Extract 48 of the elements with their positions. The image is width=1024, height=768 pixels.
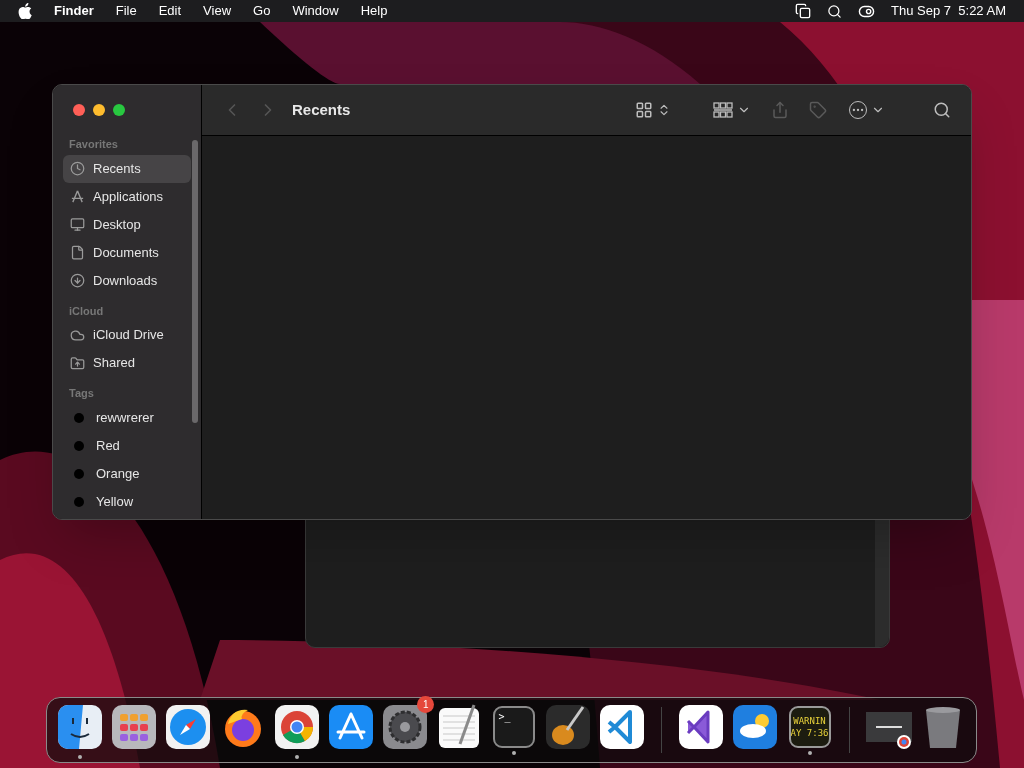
section-heading: Tags [68,386,95,401]
menu-item[interactable]: Window [292,1,339,21]
zoom-button[interactable] [113,104,125,116]
section-heading: Favorites [68,137,119,152]
sidebar-item[interactable]: Applications [63,182,191,211]
sidebar-item[interactable]: Downloads [63,266,191,295]
apple-logo-icon[interactable] [18,3,32,19]
search-icon[interactable] [827,3,843,19]
clock-icon [70,161,85,176]
folder-icon [70,355,85,371]
scrollbar-thumb[interactable] [192,140,198,423]
monitor-icon [70,217,85,232]
console-line: AY 7:36 [790,726,829,739]
app-name[interactable]: Finder [54,1,94,21]
menu-item[interactable]: Go [253,1,271,21]
sidebar-item[interactable]: Yellow [63,487,191,516]
window-title: Recents [292,99,351,120]
sidebar-item[interactable]: Red [63,431,191,460]
minimize-button[interactable] [93,104,105,116]
document-icon [70,245,85,260]
search-button[interactable] [933,101,951,119]
clock[interactable]: Thu Sep 7 5:22 AM [891,1,1006,21]
grid-icon [635,101,653,119]
menu-item[interactable]: Help [360,1,388,21]
download-icon [70,273,85,288]
apps-icon [70,189,85,204]
sidebar-item[interactable]: Shared [63,349,191,377]
console-line: WARNIN [793,714,826,727]
sidebar-item[interactable]: Documents [63,238,191,267]
menu-item[interactable]: View [203,1,232,21]
share-icon [771,101,789,119]
sidebar-item[interactable]: iCloud Drive [63,321,191,349]
sidebar-item[interactable]: Desktop [63,210,191,239]
stage-manager-icon[interactable] [795,3,812,19]
section-heading: iCloud [68,303,105,319]
search-icon [933,101,951,119]
sidebar-item[interactable]: rewwrerer [63,403,191,432]
tag-icon [809,101,827,119]
menu-item[interactable]: Edit [158,1,182,21]
menu-item[interactable]: File [115,1,137,21]
sidebar-item[interactable]: Orange [63,459,191,488]
terminal-icon[interactable]: >_ [492,705,535,748]
group-button[interactable] [713,102,751,118]
close-button[interactable] [73,104,85,116]
group-grid-icon [713,102,733,118]
console-icon[interactable]: WARNIN AY 7:36 [788,705,831,748]
sidebar-item[interactable]: Recents [63,154,191,183]
cloud-icon [70,327,85,343]
